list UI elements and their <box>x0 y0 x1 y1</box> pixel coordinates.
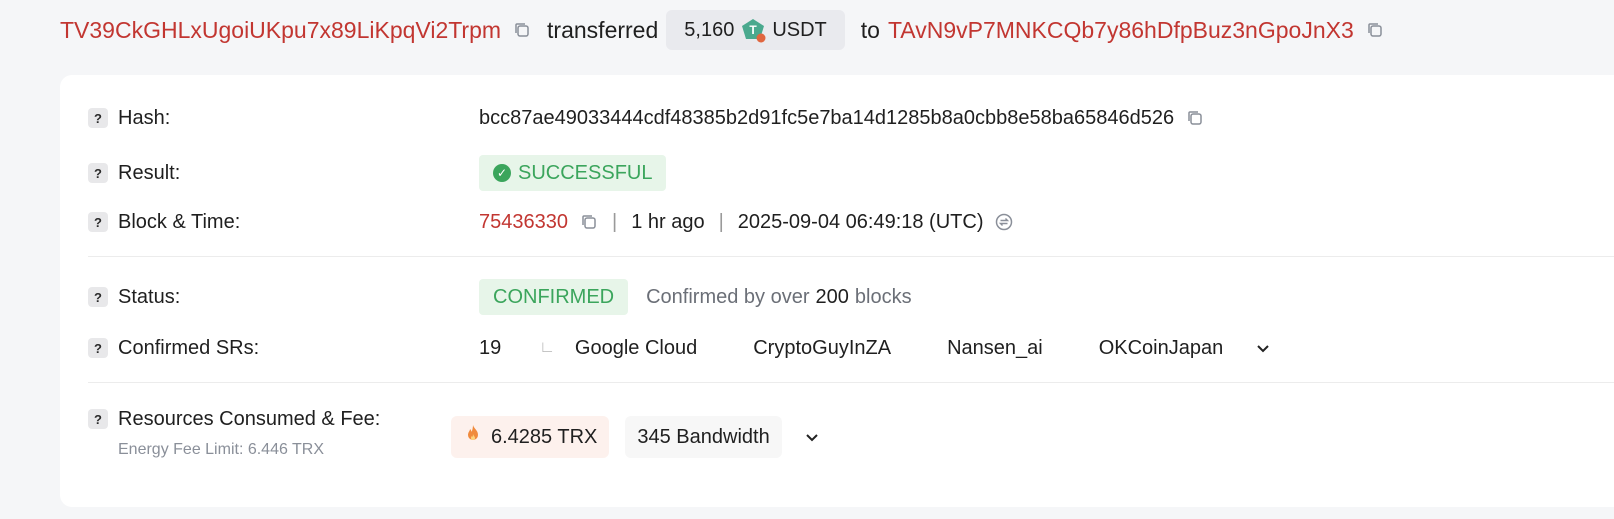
separator: | <box>718 210 724 233</box>
hash-value: bcc87ae49033444cdf48385b2d91fc5e7ba14d12… <box>479 106 1175 129</box>
check-circle-icon: ✓ <box>493 164 511 182</box>
hash-label: Hash: <box>118 106 171 129</box>
confirmed-srs-count: 19 <box>479 336 502 359</box>
confirmed-prefix: Confirmed by over <box>646 285 810 308</box>
block-time-value-group: 75436330 | 1 hr ago | 2025-09-04 06:49:1… <box>479 211 1013 234</box>
block-number-link[interactable]: 75436330 <box>479 211 568 234</box>
time-ago: 1 hr ago <box>631 210 705 233</box>
result-value-group: ✓ SUCCESSFUL <box>479 155 667 191</box>
success-badge: ✓ SUCCESSFUL <box>479 155 667 191</box>
confirmed-srs-row: ? Confirmed SRs: 19 ∟ Google Cloud Crypt… <box>88 333 1614 363</box>
help-icon[interactable]: ? <box>88 163 108 183</box>
svg-text:T: T <box>750 23 758 37</box>
resources-row: ? Resources Consumed & Fee: <box>88 403 1614 435</box>
confirmed-srs-label: Confirmed SRs: <box>118 336 260 359</box>
help-icon[interactable]: ? <box>88 338 108 358</box>
usdt-token-icon: T <box>740 17 766 43</box>
sr-item[interactable]: Google Cloud <box>575 337 697 360</box>
sr-item[interactable]: CryptoGuyInZA <box>753 337 891 360</box>
bandwidth-badge: 345 Bandwidth <box>625 416 782 458</box>
to-text: to <box>860 16 880 43</box>
copy-icon[interactable] <box>580 213 598 231</box>
status-row: ? Status: CONFIRMED Confirmed by over 20… <box>88 278 1614 316</box>
trx-fee-value: 6.4285 TRX <box>491 425 598 448</box>
result-value: SUCCESSFUL <box>518 161 653 184</box>
token-symbol: USDT <box>772 18 827 41</box>
transaction-detail-card: ? Hash: bcc87ae49033444cdf48385b2d91fc5e… <box>60 75 1614 507</box>
amount-badge: 5,160 T USDT <box>666 10 845 50</box>
section-divider <box>88 382 1614 383</box>
from-address-link[interactable]: TV39CkGHLxUgoiUKpu7x89LiKpqVi2Trpm <box>60 17 501 44</box>
transferred-text: transferred <box>547 16 659 43</box>
confirmed-count: 200 <box>815 285 849 308</box>
status-value-group: CONFIRMED Confirmed by over 200 blocks <box>479 279 912 315</box>
confirmed-badge: CONFIRMED <box>479 279 629 315</box>
copy-icon[interactable] <box>1186 109 1204 127</box>
separator: | <box>611 210 618 233</box>
copy-icon[interactable] <box>513 21 531 39</box>
corner-connector-icon: ∟ <box>539 339 555 356</box>
amount-value: 5,160 <box>684 18 735 41</box>
energy-fee-limit: Energy Fee Limit: 6.446 TRX <box>118 441 325 458</box>
resources-value-group: 6.4285 TRX 345 Bandwidth <box>451 416 822 458</box>
block-time-row: ? Block & Time: 75436330 | 1 hr ago | 20… <box>88 207 1614 237</box>
timezone-switch-icon[interactable] <box>995 213 1013 231</box>
hash-row: ? Hash: bcc87ae49033444cdf48385b2d91fc5e… <box>88 103 1614 133</box>
help-icon[interactable]: ? <box>88 108 108 128</box>
sr-item[interactable]: OKCoinJapan <box>1099 337 1224 360</box>
chevron-down-icon[interactable] <box>1253 338 1273 358</box>
help-icon[interactable]: ? <box>88 287 108 307</box>
to-address-link[interactable]: TAvN9vP7MNKCQb7y86hDfpBuz3nGpoJnX3 <box>888 17 1354 44</box>
section-divider <box>88 256 1614 257</box>
help-icon[interactable]: ? <box>88 212 108 232</box>
help-icon[interactable]: ? <box>88 409 108 429</box>
chevron-down-icon[interactable] <box>802 427 822 447</box>
confirmed-suffix: blocks <box>854 285 912 308</box>
result-row: ? Result: ✓ SUCCESSFUL <box>88 154 1614 192</box>
block-timestamp: 2025-09-04 06:49:18 (UTC) <box>737 210 984 233</box>
flame-icon <box>463 424 483 450</box>
resources-label: Resources Consumed & Fee: <box>118 407 381 430</box>
result-label: Result: <box>118 161 181 184</box>
sr-item[interactable]: Nansen_ai <box>947 337 1043 360</box>
status-label: Status: <box>118 285 181 308</box>
confirmed-srs-value-group: 19 ∟ Google Cloud CryptoGuyInZA Nansen_a… <box>479 337 1273 360</box>
transfer-summary: TV39CkGHLxUgoiUKpu7x89LiKpqVi2Trpm trans… <box>60 8 1384 52</box>
hash-value-group: bcc87ae49033444cdf48385b2d91fc5e7ba14d12… <box>479 107 1204 130</box>
copy-icon[interactable] <box>1366 21 1384 39</box>
trx-fee-badge: 6.4285 TRX <box>451 416 610 458</box>
block-time-label: Block & Time: <box>118 210 241 233</box>
